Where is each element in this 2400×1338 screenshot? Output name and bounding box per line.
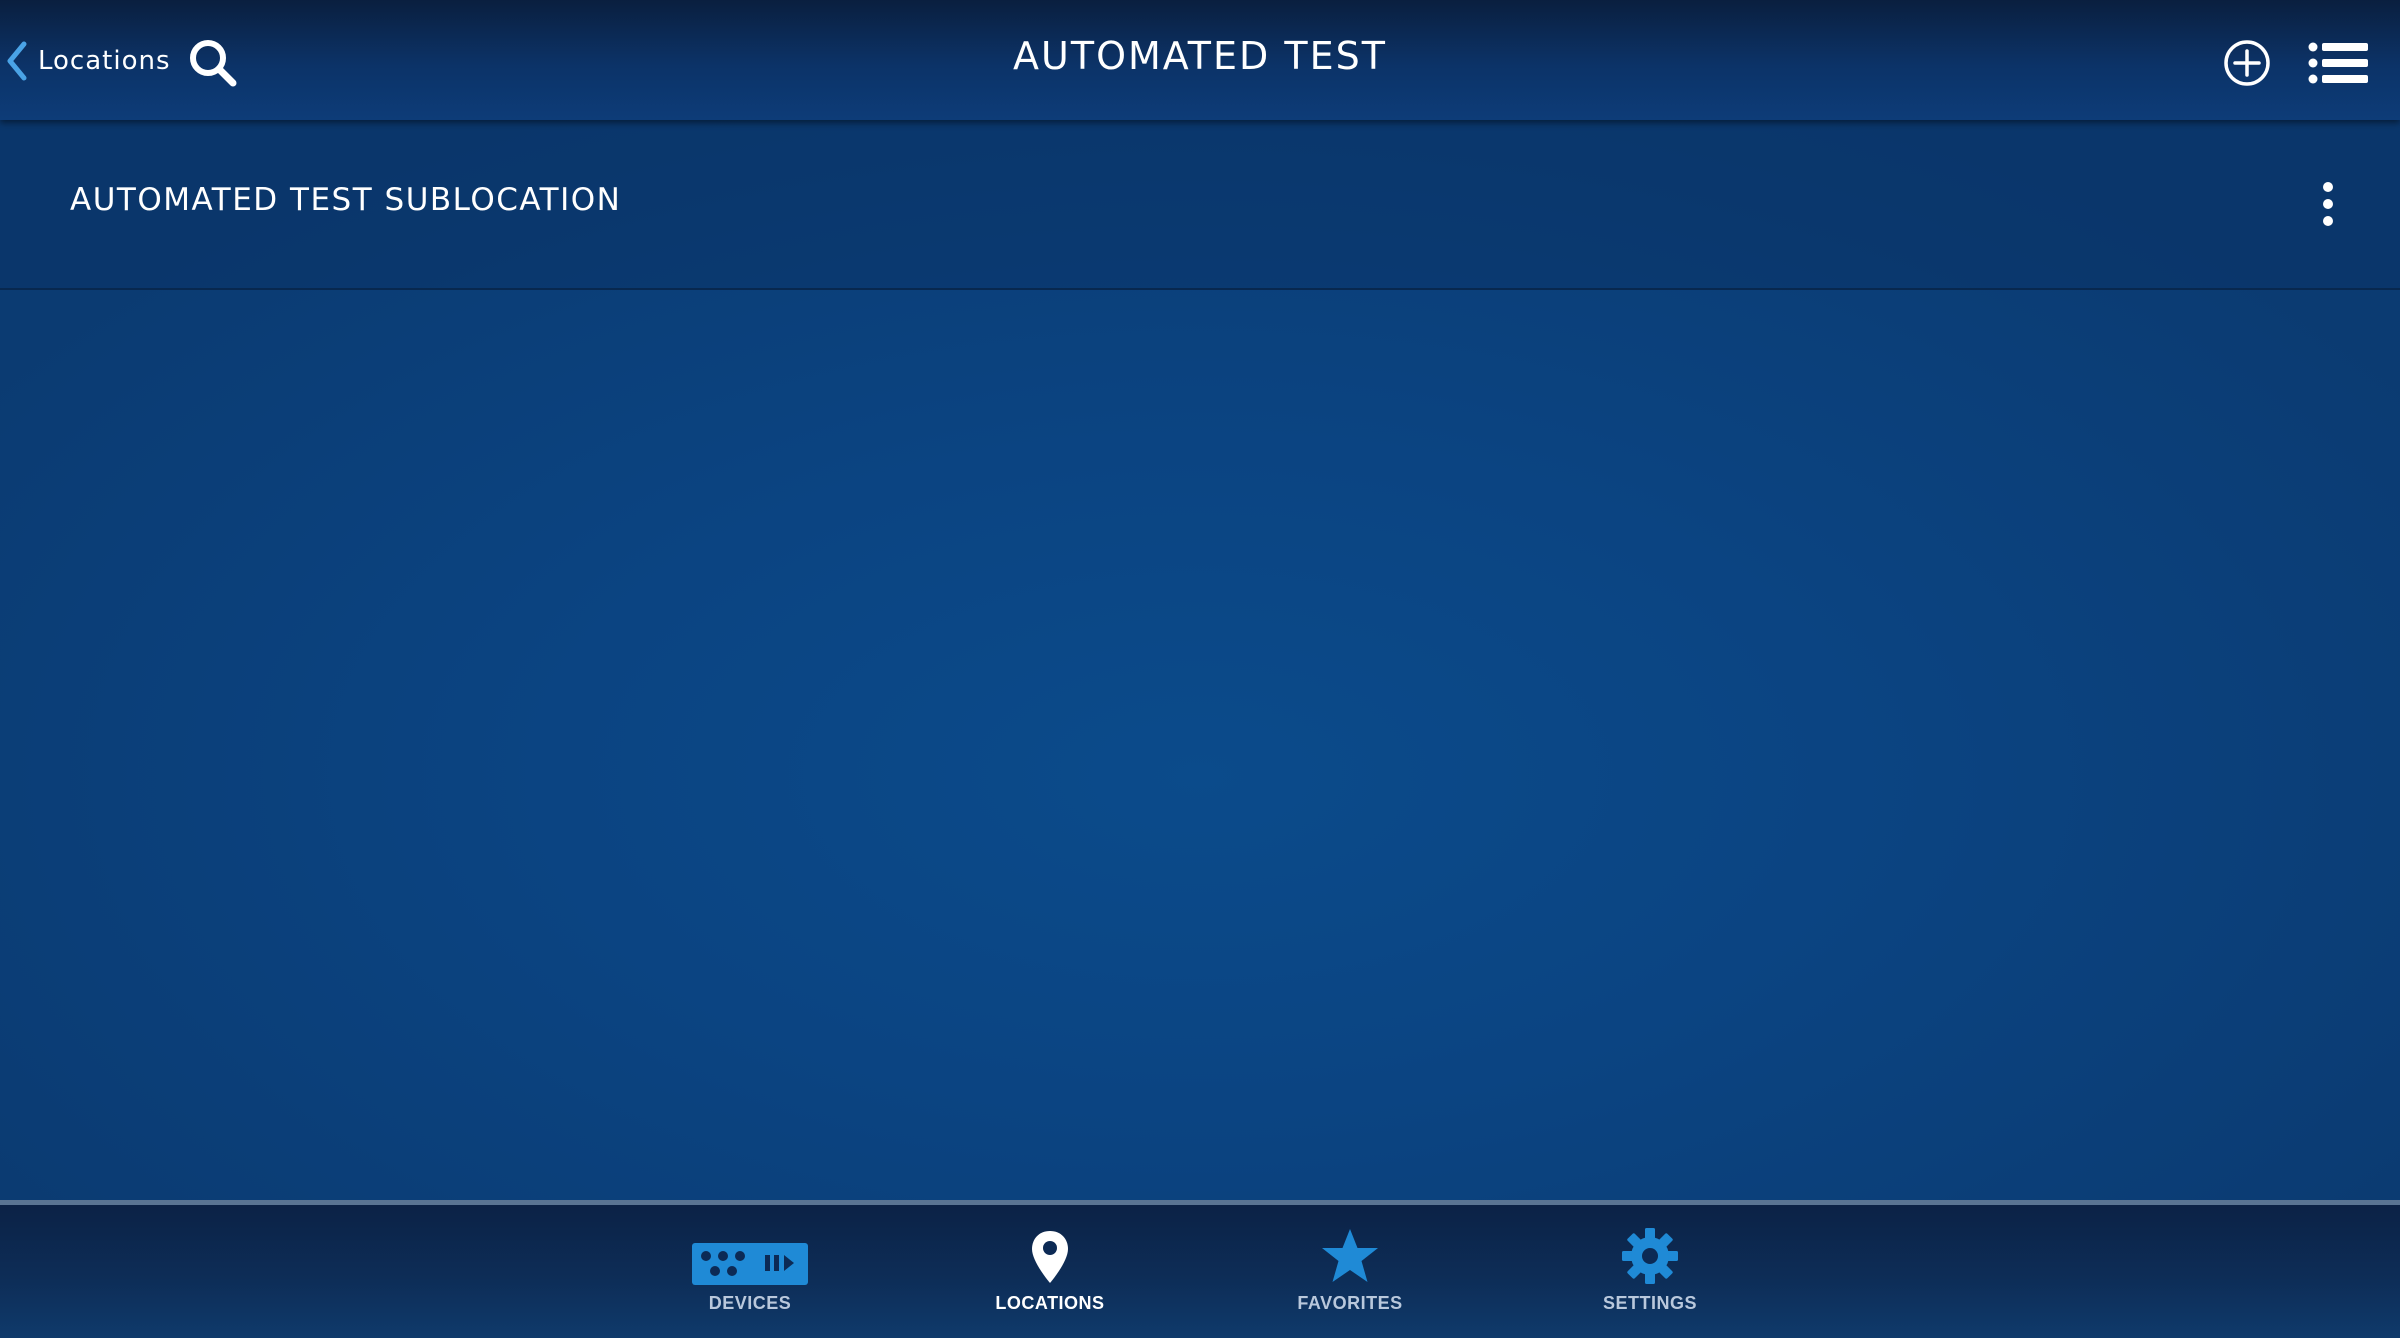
- chevron-left-icon: [7, 41, 27, 81]
- top-navigation-bar: Locations AUTOMATED TEST: [0, 0, 2400, 120]
- add-circle-icon[interactable]: [2222, 38, 2272, 88]
- star-icon: [1322, 1229, 1378, 1282]
- kebab-menu-icon[interactable]: [2312, 180, 2344, 228]
- tab-locations[interactable]: LOCATIONS: [950, 1205, 1150, 1338]
- list-item[interactable]: AUTOMATED TEST SUBLOCATION: [0, 120, 2400, 290]
- search-icon[interactable]: [188, 38, 238, 88]
- location-pin-icon: [1032, 1231, 1068, 1283]
- list-icon[interactable]: [2308, 42, 2370, 84]
- list-item-label: AUTOMATED TEST SUBLOCATION: [70, 182, 622, 218]
- back-button[interactable]: Locations: [6, 38, 171, 84]
- page-title: AUTOMATED TEST: [1013, 34, 1387, 78]
- devices-icon: [692, 1243, 808, 1285]
- tab-favorites-label: FAVORITES: [1297, 1293, 1403, 1313]
- tab-settings-label: SETTINGS: [1602, 1293, 1697, 1313]
- gear-icon: [1622, 1228, 1678, 1284]
- tab-locations-label: LOCATIONS: [995, 1293, 1105, 1313]
- back-button-label: Locations: [38, 46, 171, 76]
- tab-devices[interactable]: DEVICES: [650, 1205, 850, 1338]
- tab-settings[interactable]: SETTINGS: [1550, 1205, 1750, 1338]
- tab-favorites[interactable]: FAVORITES: [1250, 1205, 1450, 1338]
- bottom-tab-bar: DEVICES LOCATIONS FAVORITES SETTINGS: [0, 1200, 2400, 1338]
- tab-devices-label: DEVICES: [708, 1293, 792, 1313]
